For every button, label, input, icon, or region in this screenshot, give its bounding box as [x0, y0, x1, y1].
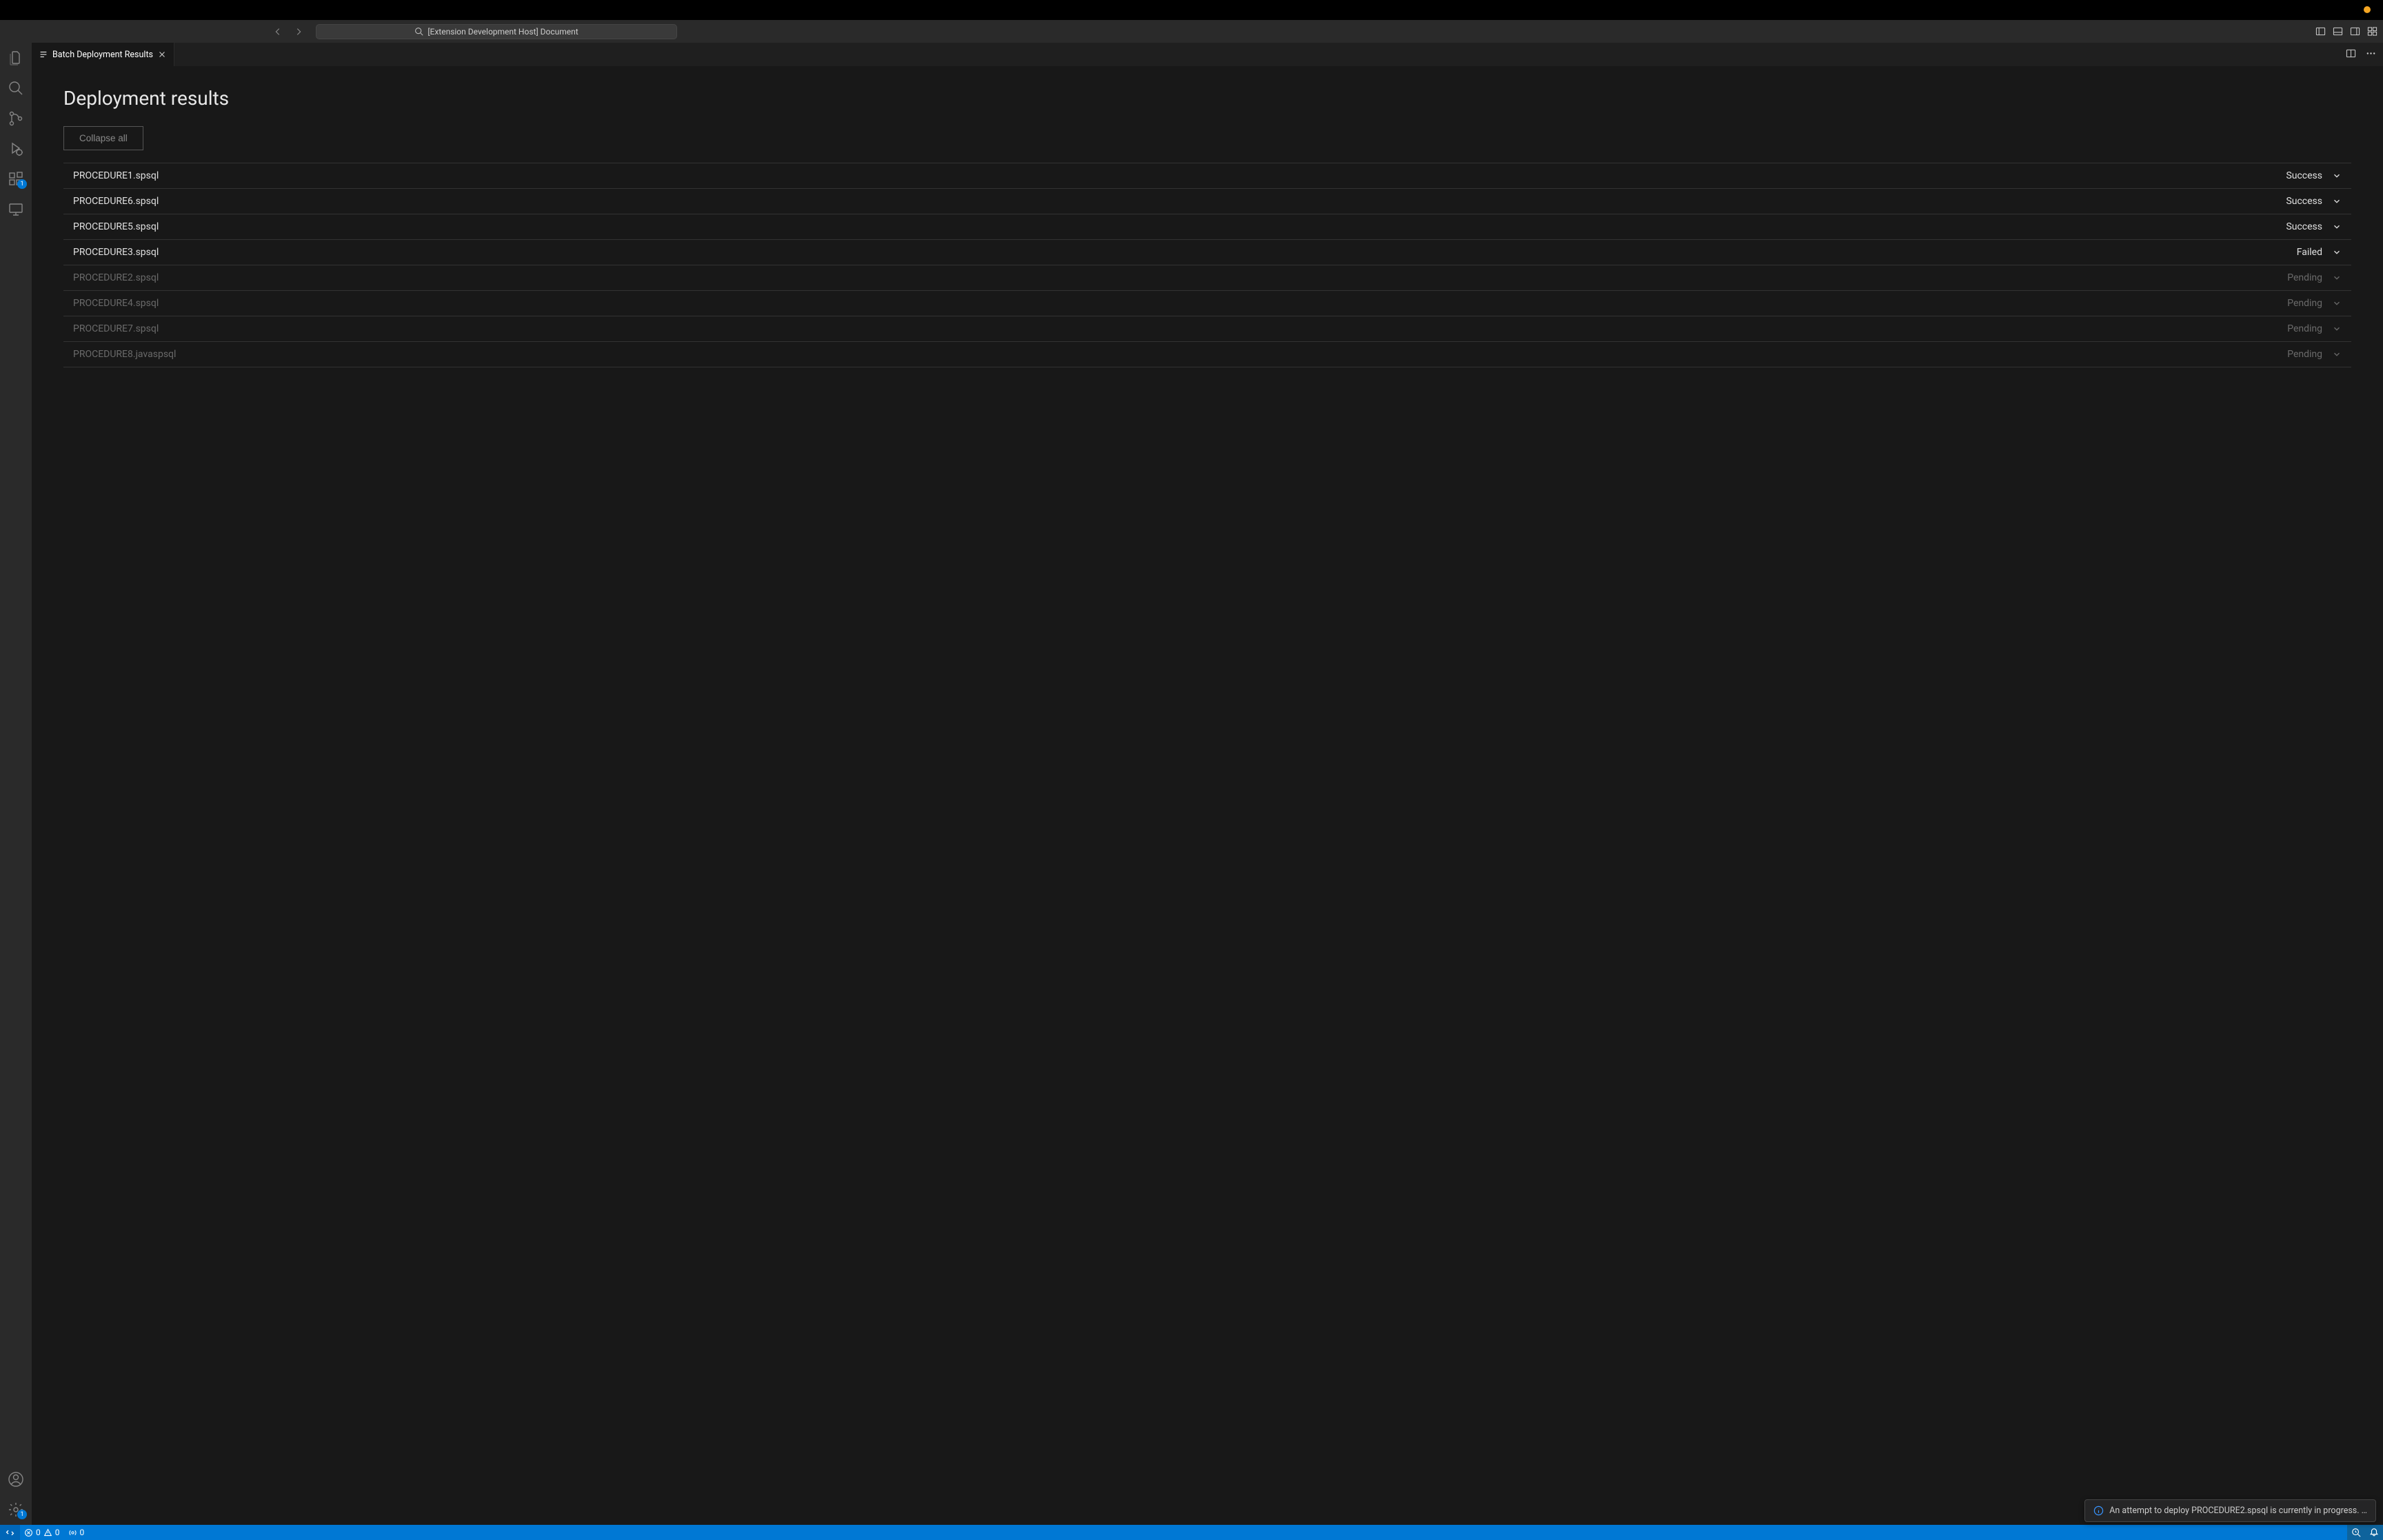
toggle-panel-icon[interactable] [2333, 26, 2343, 37]
result-filename: PROCEDURE5.spsql [73, 221, 159, 232]
search-text: [Extension Development Host] Document [428, 27, 578, 37]
ports-indicator[interactable]: 0 [64, 1525, 89, 1540]
result-row[interactable]: PROCEDURE5.spsql Success [63, 214, 2351, 240]
problems-indicator[interactable]: 0 0 [20, 1525, 64, 1540]
result-filename: PROCEDURE4.spsql [73, 298, 159, 309]
notifications-button[interactable] [2365, 1525, 2383, 1540]
search-icon [414, 27, 423, 36]
result-status: Pending [2287, 323, 2322, 334]
remote-indicator[interactable] [0, 1525, 20, 1540]
remote-explorer-icon[interactable] [8, 201, 24, 218]
result-status: Success [2286, 221, 2322, 232]
chevron-down-icon [2332, 273, 2342, 283]
result-filename: PROCEDURE6.spsql [73, 196, 159, 207]
bell-icon [2369, 1528, 2379, 1537]
chevron-down-icon [2332, 349, 2342, 359]
feedback-button[interactable] [2347, 1525, 2365, 1540]
info-icon [2093, 1506, 2104, 1516]
feedback-icon [2351, 1528, 2361, 1537]
run-debug-icon[interactable] [8, 141, 24, 157]
search-activity-icon[interactable] [8, 80, 24, 97]
tab-batch-deployment-results[interactable]: Batch Deployment Results [32, 43, 174, 66]
chevron-down-icon [2332, 222, 2342, 232]
settings-badge: 1 [17, 1510, 27, 1519]
tab-title: Batch Deployment Results [52, 50, 153, 60]
chevron-down-icon [2332, 196, 2342, 206]
result-status: Failed [2297, 247, 2322, 258]
result-status: Pending [2287, 349, 2322, 360]
result-row[interactable]: PROCEDURE3.spsql Failed [63, 240, 2351, 265]
toggle-primary-sidebar-icon[interactable] [2315, 26, 2326, 37]
ports-count: 0 [80, 1528, 85, 1537]
accounts-icon[interactable] [8, 1471, 24, 1488]
customize-layout-icon[interactable] [2367, 26, 2377, 37]
nav-forward-button[interactable] [294, 27, 303, 37]
extensions-icon[interactable]: 1 [8, 171, 24, 188]
chevron-down-icon [2332, 171, 2342, 181]
activity-bar: 1 1 [0, 43, 32, 1525]
preview-icon [39, 50, 48, 59]
explorer-icon[interactable] [8, 50, 24, 66]
result-filename: PROCEDURE2.spsql [73, 272, 159, 283]
result-row[interactable]: PROCEDURE4.spsql Pending [63, 291, 2351, 316]
more-actions-icon[interactable] [2366, 48, 2376, 61]
result-filename: PROCEDURE7.spsql [73, 323, 159, 334]
deployment-result-list: PROCEDURE1.spsql Success PROCEDURE6.spsql S… [63, 163, 2351, 367]
result-status: Success [2286, 170, 2322, 181]
traffic-light-minimize[interactable] [2364, 6, 2371, 13]
toast-message: An attempt to deploy PROCEDURE2.spsql is… [2109, 1506, 2367, 1516]
result-row[interactable]: PROCEDURE8.javaspsql Pending [63, 342, 2351, 367]
collapse-all-button[interactable]: Collapse all [63, 126, 143, 150]
result-status: Pending [2287, 298, 2322, 309]
extensions-badge: 1 [17, 179, 27, 189]
result-row[interactable]: PROCEDURE2.spsql Pending [63, 265, 2351, 291]
chevron-down-icon [2332, 324, 2342, 334]
title-bar: [Extension Development Host] Document [0, 20, 2383, 43]
tab-bar: Batch Deployment Results [32, 43, 2383, 66]
chevron-down-icon [2332, 247, 2342, 257]
tab-close-button[interactable] [157, 50, 167, 59]
command-center-search[interactable]: [Extension Development Host] Document [316, 24, 677, 39]
macos-titlebar [0, 0, 2383, 20]
result-filename: PROCEDURE3.spsql [73, 247, 159, 258]
result-row[interactable]: PROCEDURE6.spsql Success [63, 189, 2351, 214]
chevron-down-icon [2332, 298, 2342, 308]
result-status: Success [2286, 196, 2322, 207]
warning-icon [43, 1528, 52, 1537]
nav-back-button[interactable] [273, 27, 283, 37]
error-count: 0 [36, 1528, 41, 1537]
source-control-icon[interactable] [8, 110, 24, 127]
notification-toast[interactable]: An attempt to deploy PROCEDURE2.spsql is… [2084, 1499, 2376, 1522]
result-row[interactable]: PROCEDURE7.spsql Pending [63, 316, 2351, 342]
page-title: Deployment results [63, 87, 2351, 110]
result-row[interactable]: PROCEDURE1.spsql Success [63, 163, 2351, 189]
result-filename: PROCEDURE1.spsql [73, 170, 159, 181]
status-bar: 0 0 0 [0, 1525, 2383, 1540]
result-status: Pending [2287, 272, 2322, 283]
content-area: Deployment results Collapse all PROCEDUR… [32, 66, 2383, 1525]
warning-count: 0 [55, 1528, 60, 1537]
settings-gear-icon[interactable]: 1 [8, 1501, 24, 1518]
split-editor-icon[interactable] [2346, 48, 2356, 61]
broadcast-icon [68, 1528, 77, 1537]
toggle-secondary-sidebar-icon[interactable] [2350, 26, 2360, 37]
error-icon [24, 1528, 33, 1537]
result-filename: PROCEDURE8.javaspsql [73, 349, 176, 360]
